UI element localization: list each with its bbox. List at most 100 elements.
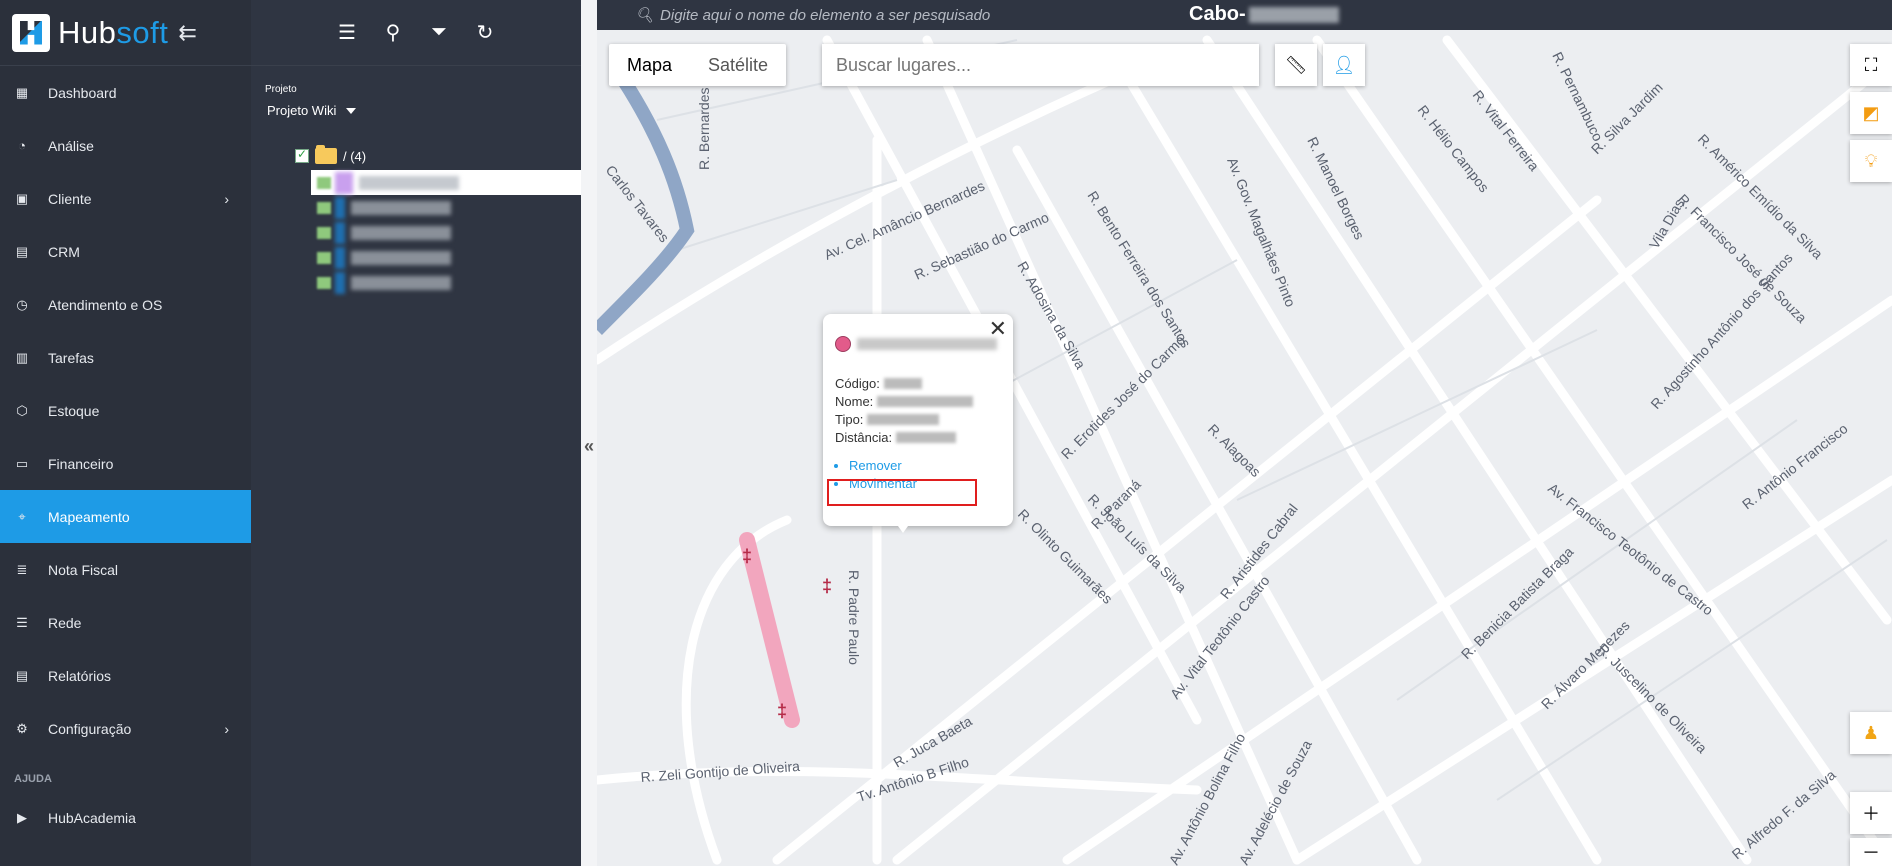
logo-mark-icon: [12, 13, 50, 52]
svg-text:R. Bernardes: R. Bernardes: [696, 88, 712, 170]
map-type-satellite-button[interactable]: Satélite: [690, 44, 786, 86]
element-type-icon: [335, 196, 345, 219]
map-marker-icon[interactable]: ⚲: [381, 20, 405, 45]
sidebar-item-label: Análise: [48, 137, 94, 154]
tree-root-label: / (4): [343, 148, 367, 164]
checkbox-icon[interactable]: [295, 147, 309, 163]
redacted-value: [896, 431, 957, 443]
places-search-input[interactable]: Buscar lugares...: [822, 44, 1259, 86]
redacted-label: [351, 250, 451, 265]
sidebar-item-configura-o[interactable]: ⚙ Configuração ›: [0, 702, 251, 755]
crm-icon: ▤: [15, 243, 29, 259]
sidebar-item-estoque[interactable]: ⬡ Estoque: [0, 384, 251, 437]
sidebar-item-label: Mapeamento: [48, 508, 130, 525]
panel-toolbar: ☰ ⚲ ⏷ ↻: [251, 0, 581, 66]
search-icon: 🔍︎: [635, 7, 655, 24]
sidebar-item-rede[interactable]: ☰ Rede: [0, 596, 251, 649]
field-label: Distância:: [835, 429, 893, 445]
sidebar-item-mapeamento[interactable]: ⌖ Mapeamento: [0, 490, 251, 543]
element-type-icon: [335, 246, 345, 269]
sidebar-item-dashboard[interactable]: ▦ Dashboard: [0, 66, 251, 119]
project-select-value: Projeto Wiki: [267, 103, 337, 118]
tree-item[interactable]: [251, 270, 581, 295]
tree-item-selected[interactable]: [311, 170, 581, 195]
map-tiles: ‡‡‡ Av. Cel. Amâncio Bernardes R. Sebast…: [597, 0, 1892, 866]
collapse-sidebar-icon[interactable]: ⇇: [178, 20, 196, 46]
popup-header: [835, 336, 1001, 352]
sidebar-item-atendimento-e-os[interactable]: ◷ Atendimento e OS: [0, 278, 251, 331]
brand-logo[interactable]: Hubsoft: [58, 15, 168, 51]
map-title-prefix: Cabo-: [1189, 3, 1246, 25]
fullscreen-icon[interactable]: ⛶: [1850, 44, 1892, 86]
popup-field-code: Código:: [835, 374, 1001, 392]
svg-text:R. Padre Paulo: R. Padre Paulo: [846, 570, 862, 665]
sidebar-item-hubacademia[interactable]: ▶ HubAcademia: [0, 791, 251, 844]
field-label: Tipo:: [835, 411, 864, 427]
collapse-panel-icon[interactable]: «: [581, 436, 597, 457]
sidebar-item-label: Financeiro: [48, 455, 114, 472]
element-icon: [317, 201, 331, 214]
sidebar-item-label: Rede: [48, 614, 82, 631]
sidebar-item-relat-rios[interactable]: ▤ Relatórios: [0, 649, 251, 702]
menu-icon[interactable]: ☰: [335, 20, 359, 45]
add-user-icon[interactable]: 👤︎: [1323, 44, 1365, 86]
sidebar-item-label: Nota Fiscal: [48, 561, 119, 578]
sidebar-item-financeiro[interactable]: ▭ Financeiro: [0, 437, 251, 490]
layers-icon[interactable]: ◩: [1850, 92, 1892, 134]
popup-field-type: Tipo:: [835, 410, 1001, 428]
sidebar-item-nota-fiscal[interactable]: ≣ Nota Fiscal: [0, 543, 251, 596]
tree-item[interactable]: [251, 220, 581, 245]
map-canvas[interactable]: ‡ ‡ ‡ Av. Cel. Amâncio Bernardes R. Sebast…: [597, 0, 1892, 866]
dashboard-icon: ▦: [15, 84, 29, 100]
remove-link[interactable]: Remover: [849, 458, 1001, 476]
map-title: Cabo-: [1189, 3, 1339, 26]
svg-text:‡: ‡: [822, 576, 832, 596]
folder-icon: [315, 145, 337, 164]
street-view-pegman-icon[interactable]: ♟: [1850, 712, 1892, 754]
element-icon: [317, 176, 331, 189]
refresh-icon[interactable]: ↻: [473, 20, 497, 45]
popup-tail: [893, 519, 913, 533]
element-icon: [317, 251, 331, 264]
sidebar-help-menu: ▶ HubAcademia: [0, 791, 251, 844]
zoom-out-icon[interactable]: －: [1850, 838, 1892, 866]
ruler-icon[interactable]: 📏︎: [1275, 44, 1317, 86]
network-icon: ☰: [16, 614, 28, 630]
sidebar-item-label: Atendimento e OS: [48, 296, 163, 313]
sidebar-header: Hubsoft ⇇: [0, 0, 251, 66]
map-right-controls: ⛶ ◩ 💡︎: [1850, 44, 1892, 188]
project-label: Projeto: [265, 84, 297, 95]
svg-text:‡: ‡: [777, 701, 787, 721]
element-info-popup: ✕ Código: Nome: Tipo: Distância: Remover…: [823, 314, 1013, 533]
lightbulb-icon[interactable]: 💡︎: [1850, 140, 1892, 182]
popup-field-name: Nome:: [835, 392, 1001, 410]
panel-splitter[interactable]: «: [581, 0, 597, 866]
caret-down-icon: [346, 107, 357, 114]
element-search[interactable]: 🔍︎ Digite aqui o nome do elemento a ser …: [635, 6, 990, 25]
element-type-icon: [335, 271, 345, 294]
tree-root-node[interactable]: / (4): [251, 145, 581, 166]
sidebar-item-label: Cliente: [48, 190, 92, 207]
redacted-label: [351, 200, 451, 215]
sidebar-item-crm[interactable]: ▤ CRM: [0, 225, 251, 278]
popup-field-distance: Distância:: [835, 428, 1001, 446]
zoom-in-icon[interactable]: ＋: [1850, 792, 1892, 834]
tree-item[interactable]: [251, 195, 581, 220]
tree-item[interactable]: [251, 245, 581, 270]
sidebar-item-label: Relatórios: [48, 667, 112, 684]
filter-icon[interactable]: ⏷: [427, 21, 451, 44]
project-panel: ☰ ⚲ ⏷ ↻ Projeto Projeto Wiki / (4): [251, 0, 581, 866]
map-type-map-button[interactable]: Mapa: [609, 44, 690, 86]
redacted-value: [867, 413, 940, 425]
chevron-right-icon: ›: [224, 190, 229, 207]
report-icon: ▤: [15, 667, 29, 683]
sidebar-item-an-lise[interactable]: ◔ Análise: [0, 119, 251, 172]
tasks-icon: ▥: [15, 349, 29, 365]
sidebar-item-tarefas[interactable]: ▥ Tarefas: [0, 331, 251, 384]
redacted-label: [351, 225, 451, 240]
sidebar-item-cliente[interactable]: ▣ Cliente ›: [0, 172, 251, 225]
redacted-title: [1248, 6, 1339, 23]
sidebar-item-label: Tarefas: [48, 349, 94, 366]
project-select[interactable]: Projeto Wiki: [267, 103, 581, 118]
map-topbar: 🔍︎ Digite aqui o nome do elemento a ser …: [597, 0, 1892, 30]
